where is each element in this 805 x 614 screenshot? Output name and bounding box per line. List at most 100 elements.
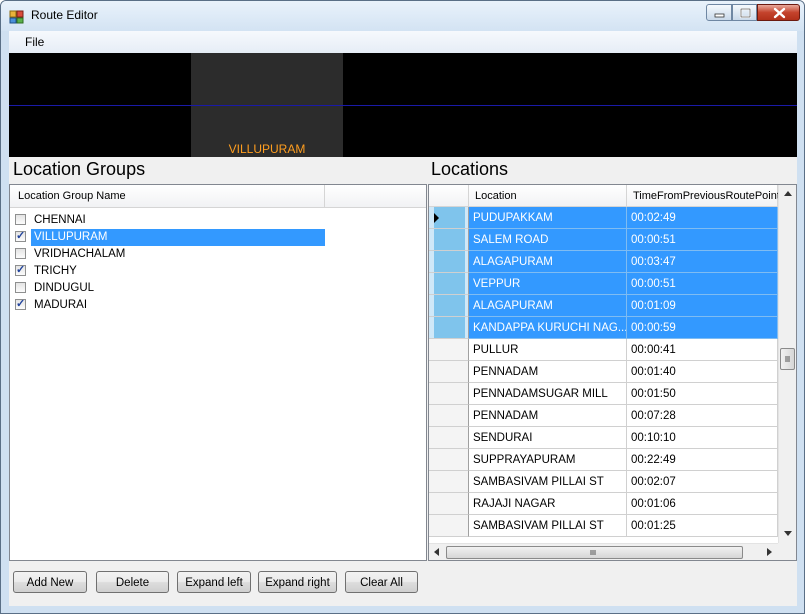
time-cell[interactable]: 00:00:51 xyxy=(627,229,778,251)
scroll-up-arrow-icon[interactable] xyxy=(784,191,792,196)
time-cell[interactable]: 00:02:07 xyxy=(627,471,778,493)
group-checkbox[interactable] xyxy=(15,248,26,259)
time-cell[interactable]: 00:01:06 xyxy=(627,493,778,515)
location-cell[interactable]: PULLUR xyxy=(469,339,627,361)
scroll-down-arrow-icon[interactable] xyxy=(784,531,792,536)
vertical-scroll-thumb[interactable] xyxy=(780,348,795,370)
scroll-left-arrow-icon[interactable] xyxy=(434,548,439,556)
time-cell[interactable]: 00:01:40 xyxy=(627,361,778,383)
group-item[interactable]: DINDUGUL xyxy=(12,280,325,297)
location-cell[interactable]: PENNADAM xyxy=(469,361,627,383)
location-cell[interactable]: KANDAPPA KURUCHI NAG... xyxy=(469,317,627,339)
column-label-time: TimeFromPreviousRoutePoint xyxy=(633,190,780,202)
group-checkbox[interactable]: ✓ xyxy=(15,230,26,242)
horizontal-scroll-thumb[interactable] xyxy=(446,546,743,559)
menu-file[interactable]: File xyxy=(25,35,44,49)
delete-button[interactable]: Delete xyxy=(96,571,169,593)
time-cell[interactable]: 00:00:51 xyxy=(627,273,778,295)
time-cell[interactable]: 00:00:41 xyxy=(627,339,778,361)
time-cell[interactable]: 00:22:49 xyxy=(627,449,778,471)
row-header[interactable] xyxy=(429,207,469,229)
time-cell[interactable]: 00:03:47 xyxy=(627,251,778,273)
location-row[interactable]: ALAGAPURAM 00:01:09 xyxy=(429,295,778,317)
locations-grid[interactable]: Location TimeFromPreviousRoutePoint PUDU… xyxy=(428,184,797,561)
location-row[interactable]: VEPPUR 00:00:51 xyxy=(429,273,778,295)
row-header-corner[interactable] xyxy=(429,185,469,207)
time-cell[interactable]: 00:07:28 xyxy=(627,405,778,427)
location-cell[interactable]: ALAGAPURAM xyxy=(469,251,627,273)
minimize-button[interactable] xyxy=(706,4,732,21)
time-cell[interactable]: 00:01:09 xyxy=(627,295,778,317)
row-header[interactable] xyxy=(429,317,469,339)
time-cell[interactable]: 00:02:49 xyxy=(627,207,778,229)
location-cell[interactable]: ALAGAPURAM xyxy=(469,295,627,317)
row-header[interactable] xyxy=(429,449,469,471)
expand-left-button[interactable]: Expand left xyxy=(177,571,251,593)
row-header[interactable] xyxy=(429,493,469,515)
route-preview-strip[interactable]: VILLUPURAM xyxy=(9,53,797,157)
location-row[interactable]: SAMBASIVAM PILLAI ST 00:01:25 xyxy=(429,515,778,537)
location-cell[interactable]: SALEM ROAD xyxy=(469,229,627,251)
row-header[interactable] xyxy=(429,515,469,537)
location-row[interactable]: PENNADAM 00:01:40 xyxy=(429,361,778,383)
row-header[interactable] xyxy=(429,471,469,493)
group-checkbox[interactable]: ✓ xyxy=(15,298,26,310)
row-header[interactable] xyxy=(429,295,469,317)
horizontal-scrollbar[interactable] xyxy=(429,543,778,560)
add-new-button[interactable]: Add New xyxy=(13,571,87,593)
location-cell[interactable]: SAMBASIVAM PILLAI ST xyxy=(469,515,627,537)
location-row[interactable]: KANDAPPA KURUCHI NAG... 00:00:59 xyxy=(429,317,778,339)
location-cell[interactable]: VEPPUR xyxy=(469,273,627,295)
row-header[interactable] xyxy=(429,383,469,405)
group-item[interactable]: ✓ VILLUPURAM xyxy=(12,229,325,246)
location-row[interactable]: ALAGAPURAM 00:03:47 xyxy=(429,251,778,273)
row-header[interactable] xyxy=(429,405,469,427)
location-cell[interactable]: PENNADAM xyxy=(469,405,627,427)
location-cell[interactable]: SUPPRAYAPURAM xyxy=(469,449,627,471)
location-cell[interactable]: SAMBASIVAM PILLAI ST xyxy=(469,471,627,493)
row-header[interactable] xyxy=(429,361,469,383)
groups-column-header[interactable]: Location Group Name xyxy=(10,185,325,207)
group-item[interactable]: CHENNAI xyxy=(12,212,325,229)
groups-column-label: Location Group Name xyxy=(18,190,126,202)
scroll-right-arrow-icon[interactable] xyxy=(767,548,772,556)
close-button[interactable] xyxy=(757,4,800,21)
title-bar[interactable]: Route Editor xyxy=(1,1,804,31)
time-cell[interactable]: 00:01:25 xyxy=(627,515,778,537)
expand-right-button[interactable]: Expand right xyxy=(258,571,337,593)
location-row[interactable]: PENNADAMSUGAR MILL 00:01:50 xyxy=(429,383,778,405)
group-item[interactable]: ✓ MADURAI xyxy=(12,297,325,314)
location-cell[interactable]: PENNADAMSUGAR MILL xyxy=(469,383,627,405)
row-header[interactable] xyxy=(429,251,469,273)
group-label: VRIDHACHALAM xyxy=(34,248,126,260)
location-cell[interactable]: RAJAJI NAGAR xyxy=(469,493,627,515)
group-checkbox[interactable]: ✓ xyxy=(15,264,26,276)
clear-all-button[interactable]: Clear All xyxy=(345,571,418,593)
row-header[interactable] xyxy=(429,229,469,251)
location-cell[interactable]: SENDURAI xyxy=(469,427,627,449)
location-row[interactable]: RAJAJI NAGAR 00:01:06 xyxy=(429,493,778,515)
location-row[interactable]: PULLUR 00:00:41 xyxy=(429,339,778,361)
location-row[interactable]: SALEM ROAD 00:00:51 xyxy=(429,229,778,251)
location-groups-list[interactable]: Location Group Name CHENNAI ✓ VILLUPURAM VR… xyxy=(9,184,427,561)
location-row[interactable]: PUDUPAKKAM 00:02:49 xyxy=(429,207,778,229)
row-header[interactable] xyxy=(429,427,469,449)
location-row[interactable]: PENNADAM 00:07:28 xyxy=(429,405,778,427)
time-cell[interactable]: 00:10:10 xyxy=(627,427,778,449)
location-row[interactable]: SENDURAI 00:10:10 xyxy=(429,427,778,449)
row-header[interactable] xyxy=(429,273,469,295)
location-row[interactable]: SAMBASIVAM PILLAI ST 00:02:07 xyxy=(429,471,778,493)
time-cell[interactable]: 00:01:50 xyxy=(627,383,778,405)
location-cell[interactable]: PUDUPAKKAM xyxy=(469,207,627,229)
location-row[interactable]: SUPPRAYAPURAM 00:22:49 xyxy=(429,449,778,471)
column-header-location[interactable]: Location xyxy=(469,185,627,207)
row-header[interactable] xyxy=(429,339,469,361)
vertical-scrollbar[interactable] xyxy=(778,185,796,545)
group-item[interactable]: ✓ TRICHY xyxy=(12,263,325,280)
time-cell[interactable]: 00:00:59 xyxy=(627,317,778,339)
group-item[interactable]: VRIDHACHALAM xyxy=(12,246,325,263)
group-checkbox[interactable] xyxy=(15,214,26,225)
column-header-time[interactable]: TimeFromPreviousRoutePoint xyxy=(627,185,780,207)
maximize-button[interactable] xyxy=(732,4,757,21)
group-checkbox[interactable] xyxy=(15,282,26,293)
